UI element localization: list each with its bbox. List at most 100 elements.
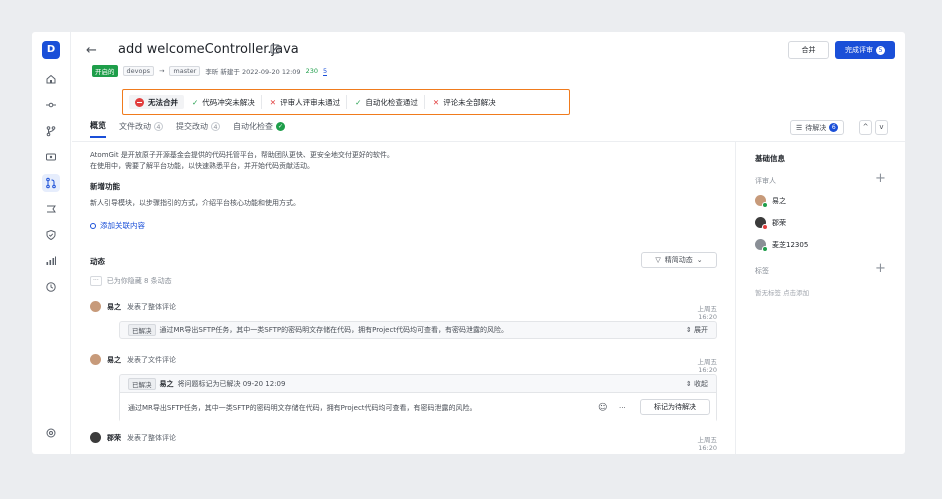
todo-filter[interactable]: ☰ 待解决 6 <box>790 120 845 135</box>
activity-item: 易之 发表了整体评论 <box>90 301 176 312</box>
lines-removed[interactable]: 5 <box>322 67 328 76</box>
expand-toggle[interactable]: ⇕ 展开 <box>686 325 708 335</box>
description-line: AtomGit 是开放原子开源基金会提供的代码托管平台，帮助团队更快、更安全地交… <box>90 151 394 159</box>
activity-time: 上周五 16:20 <box>697 358 718 374</box>
edit-icon[interactable] <box>270 44 280 54</box>
workspace-avatar[interactable]: D <box>42 41 60 59</box>
merge-button[interactable]: 合并 <box>788 41 829 59</box>
activity-item: 郡荣 发表了整体评论 <box>90 432 176 443</box>
todo-label: 待解决 <box>805 123 827 132</box>
activity-action: 发表了整体评论 <box>127 302 176 311</box>
tab-overview[interactable]: 概览 <box>90 120 106 138</box>
activity-filter-dropdown[interactable]: ▽ 精简动态 ⌄ <box>641 252 717 268</box>
check-review[interactable]: ✕ 评审人评审未通过 <box>269 95 348 109</box>
avatar[interactable] <box>90 301 101 312</box>
avatar <box>755 217 768 230</box>
reviewer-item[interactable]: 麦芝12305 <box>755 239 809 252</box>
check-label: 无法合并 <box>148 97 178 107</box>
mr-meta: 开启的 devops → master 李昕 新建于 2022-09-20 12… <box>92 65 328 77</box>
history-icon[interactable] <box>42 278 60 296</box>
check-cannot-merge[interactable]: 无法合并 <box>129 95 184 109</box>
check-ci[interactable]: ✓ 自动化检查通过 <box>355 95 425 109</box>
comment-collapsed: 已解决 通过MR导出SFTP任务，其中一类SFTP的密码明文存储在代码，拥有Pr… <box>119 321 717 339</box>
reviewer-name: 麦芝12305 <box>772 240 809 249</box>
check-label: 评审人评审未通过 <box>280 97 341 107</box>
collapse-label: 收起 <box>694 379 708 388</box>
comment-body: 通过MR导出SFTP任务，其中一类SFTP的密码明文存储在代码，拥有Projec… <box>120 393 716 422</box>
analytics-icon[interactable] <box>42 252 60 270</box>
tab-label: 文件改动 <box>119 122 151 131</box>
branch-icon[interactable] <box>42 122 60 140</box>
check-label: 评论未全部解决 <box>443 97 496 107</box>
reviewer-item[interactable]: 郡荣 <box>755 217 786 230</box>
activity-time: 上周五 16:20 <box>697 436 718 452</box>
avatar[interactable] <box>90 432 101 443</box>
left-rail: D <box>32 32 71 454</box>
activity-action: 发表了文件评论 <box>127 355 176 364</box>
description-line: 在使用中，需要了解平台功能，以快速熟悉平台，并开始代码贡献活动。 <box>90 162 314 170</box>
next-todo-button[interactable]: v <box>875 120 888 135</box>
hidden-activities[interactable]: ··· 已为你隐藏 8 条动态 <box>90 276 172 286</box>
settings-icon[interactable] <box>42 424 60 442</box>
add-related-link[interactable]: 添加关联内容 <box>90 220 145 231</box>
resolver-user[interactable]: 易之 <box>160 379 174 389</box>
add-related-label: 添加关联内容 <box>100 221 145 230</box>
check-ok-icon: ✓ <box>355 97 362 107</box>
tab-ci[interactable]: 自动化检查 ✓ <box>233 120 285 138</box>
check-fail-icon: ✕ <box>269 97 277 107</box>
pipeline-icon[interactable] <box>42 148 60 166</box>
add-tag-icon[interactable]: + <box>875 261 886 276</box>
activity-user[interactable]: 易之 <box>107 355 121 365</box>
main-card: D ← add welcomeController.java 开启的 devop… <box>32 32 905 454</box>
created-info: 李昕 新建于 2022-09-20 12:09 <box>205 68 301 76</box>
activity-user[interactable]: 易之 <box>107 302 121 312</box>
tab-files[interactable]: 文件改动 4 <box>119 120 163 138</box>
merge-request-icon[interactable] <box>42 174 60 192</box>
tab-count: 4 <box>211 122 220 131</box>
ellipsis-icon: ··· <box>90 276 102 286</box>
status-badge: 开启的 <box>92 65 118 77</box>
tags-empty[interactable]: 暂无标签 点击添加 <box>755 287 809 297</box>
comment-text: 通过MR导出SFTP任务，其中一类SFTP的密码明文存储在代码，拥有Projec… <box>159 326 509 334</box>
mr-description: AtomGit 是开放原子开源基金会提供的代码托管平台，帮助团队更快、更安全地交… <box>90 150 394 172</box>
avatar <box>755 195 768 208</box>
security-icon[interactable] <box>42 226 60 244</box>
reviewer-name: 易之 <box>772 196 786 205</box>
collapse-toggle[interactable]: ⇕ 收起 <box>686 379 708 389</box>
link-icon <box>90 222 96 229</box>
tags-label: 标签 <box>755 267 769 275</box>
reviewer-item[interactable]: 易之 <box>755 195 786 208</box>
avatar[interactable] <box>90 354 101 365</box>
target-branch[interactable]: master <box>169 66 201 76</box>
add-reviewer-icon[interactable]: + <box>875 171 886 186</box>
tab-label: 提交改动 <box>176 122 208 131</box>
list-icon: ☰ <box>796 123 803 132</box>
more-icon[interactable]: ··· <box>619 404 626 412</box>
activity-user[interactable]: 郡荣 <box>107 433 121 443</box>
commit-icon[interactable] <box>42 96 60 114</box>
mr-tabs: 概览 文件改动 4 提交改动 4 自动化检查 ✓ <box>90 120 285 138</box>
complete-review-button[interactable]: 完成评审 5 <box>835 41 895 59</box>
home-icon[interactable] <box>42 70 60 88</box>
comment-expanded: 已解决 易之 将问题标记为已解决 09-20 12:09 ⇕ 收起 通过MR导出… <box>119 374 717 422</box>
prev-todo-button[interactable]: ^ <box>859 120 872 135</box>
more-icon[interactable]: ··· <box>904 41 905 59</box>
check-conflicts[interactable]: ✓ 代码冲突未解决 <box>192 95 262 109</box>
tab-commits[interactable]: 提交改动 4 <box>176 120 220 138</box>
emoji-icon[interactable]: ☺ <box>598 403 607 413</box>
check-label: 代码冲突未解决 <box>202 97 255 107</box>
activity-time: 上周五 16:20 <box>697 305 718 321</box>
activity-item: 易之 发表了文件评论 <box>90 354 176 365</box>
comment-header: 已解决 易之 将问题标记为已解决 09-20 12:09 ⇕ 收起 <box>120 375 716 393</box>
issue-icon[interactable] <box>42 200 60 218</box>
feature-description: 新人引导模块，以步骤指引的方式，介绍平台核心功能和使用方式。 <box>90 199 300 207</box>
source-branch[interactable]: devops <box>122 66 154 76</box>
back-arrow-icon[interactable]: ← <box>86 43 97 58</box>
resolved-badge: 已解决 <box>128 377 156 390</box>
expand-label: 展开 <box>694 326 708 334</box>
approved-icon <box>762 246 768 252</box>
review-count-badge: 5 <box>876 45 885 55</box>
check-comments[interactable]: ✕ 评论未全部解决 <box>433 95 502 109</box>
branch-arrow-icon: → <box>158 67 165 75</box>
mark-unresolved-button[interactable]: 标记为待解决 <box>640 399 710 415</box>
